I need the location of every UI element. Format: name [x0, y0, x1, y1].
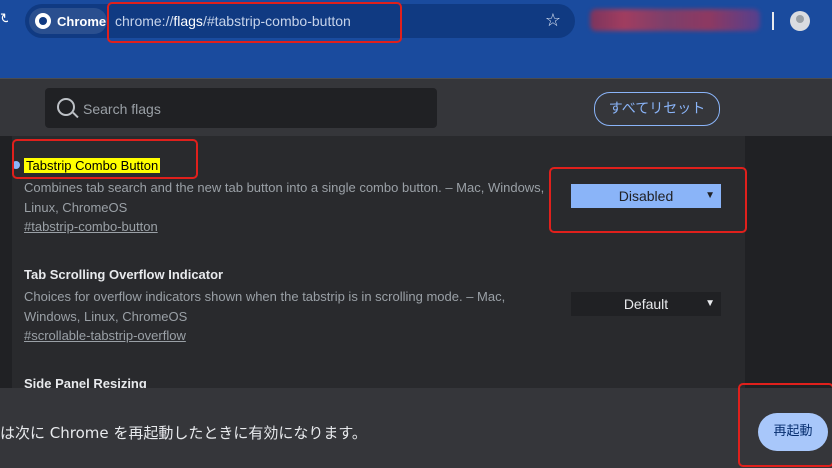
- experiment-title: Side Panel Resizing: [24, 376, 147, 388]
- search-icon: [57, 98, 75, 116]
- chrome-chip[interactable]: Chrome: [29, 8, 107, 34]
- flags-header: すべてリセット: [0, 78, 832, 137]
- search-box[interactable]: [45, 88, 437, 130]
- experiment-title: Tab Scrolling Overflow Indicator: [24, 267, 224, 282]
- experiment-link[interactable]: #tabstrip-combo-button: [24, 219, 554, 234]
- annotation-restart-highlight: [738, 383, 832, 467]
- chrome-chip-label: Chrome: [57, 13, 107, 29]
- blurred-extensions: [590, 9, 760, 31]
- experiment-link[interactable]: #scrollable-tabstrip-overflow: [24, 328, 554, 343]
- experiment-scrollable-tabstrip-overflow: Tab Scrolling Overflow Indicator Choices…: [24, 266, 554, 343]
- restart-bar: は次に Chrome を再起動したときに有効になります。 再起動: [0, 388, 832, 468]
- restart-message: は次に Chrome を再起動したときに有効になります。: [0, 424, 367, 442]
- search-input[interactable]: [81, 88, 425, 130]
- annotation-url-highlight: [107, 2, 402, 43]
- profile-avatar[interactable]: [790, 11, 810, 31]
- reload-icon[interactable]: ↻: [0, 10, 8, 30]
- chevron-down-icon: ▼: [705, 298, 715, 309]
- annotation-title-highlight: [12, 139, 198, 179]
- toolbar-divider: [772, 12, 774, 30]
- experiment-select-scrollable-tabstrip-overflow[interactable]: Default ▼: [571, 292, 721, 316]
- experiment-description: Combines tab search and the new tab butt…: [24, 180, 545, 215]
- experiment-side-panel-resizing: Side Panel Resizing: [24, 375, 147, 388]
- star-icon[interactable]: ☆: [545, 10, 561, 31]
- select-value: Default: [623, 296, 669, 312]
- experiment-description: Choices for overflow indicators shown wh…: [24, 289, 506, 324]
- annotation-select-highlight: [549, 167, 747, 233]
- reset-all-button[interactable]: すべてリセット: [594, 92, 720, 126]
- chrome-icon: [35, 13, 51, 29]
